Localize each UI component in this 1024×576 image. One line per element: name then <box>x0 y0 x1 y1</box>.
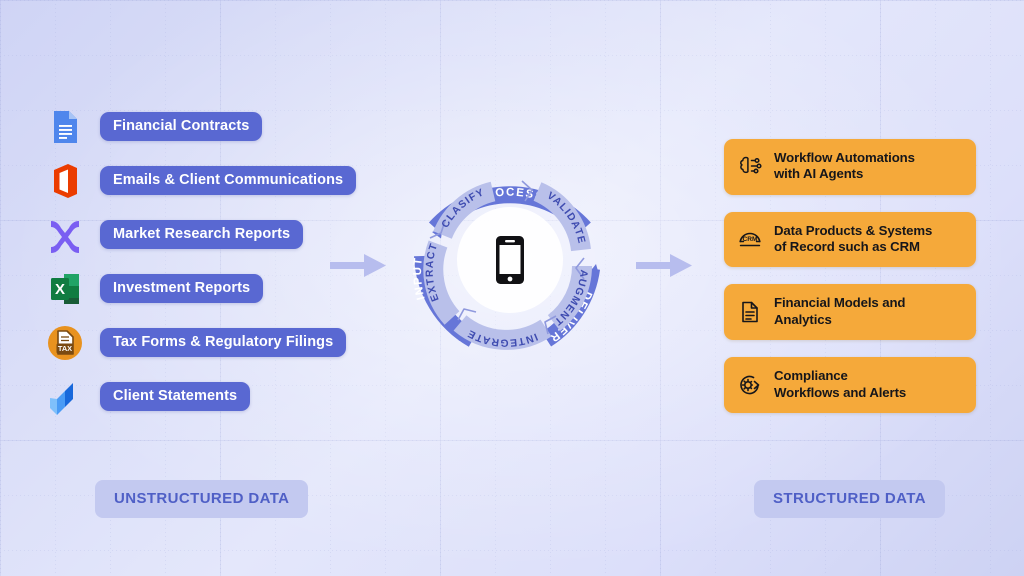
list-item[interactable]: Workflow Automations with AI Agents <box>724 139 976 195</box>
list-item[interactable]: Financial Contracts <box>44 108 356 145</box>
structured-outputs-list: Workflow Automations with AI Agents CRM … <box>724 139 976 413</box>
microsoft-office-icon <box>44 160 86 202</box>
google-docs-icon <box>44 106 86 148</box>
svg-text:CRM: CRM <box>742 236 758 243</box>
list-item[interactable]: CRM Data Products & Systems of Record su… <box>724 211 976 268</box>
output-label: Compliance Workflows and Alerts <box>774 368 907 400</box>
process-cycle-wheel: PROCESS DELIVER INPUT VALIDATE AUGMENT I… <box>396 146 624 374</box>
microsoft-excel-icon: X <box>44 268 86 310</box>
source-label: Investment Reports <box>100 273 264 304</box>
smartphone-icon <box>496 236 524 284</box>
arrow-right-icon <box>330 250 392 287</box>
gear-arrow-icon <box>737 372 763 398</box>
source-label: Emails & Client Communications <box>100 165 357 196</box>
list-item[interactable]: Client Statements <box>44 378 356 415</box>
output-label: Financial Models and Analytics <box>774 295 906 327</box>
source-label: Client Statements <box>100 381 251 412</box>
document-lines-icon <box>737 299 763 325</box>
diagram-canvas: Financial Contracts Emails & Client Comm… <box>0 0 1024 576</box>
crm-icon: CRM <box>737 226 763 252</box>
unstructured-sources-list: Financial Contracts Emails & Client Comm… <box>44 108 357 415</box>
output-label: Workflow Automations with AI Agents <box>774 150 915 182</box>
source-label: Financial Contracts <box>100 111 263 142</box>
source-label: Market Research Reports <box>100 219 304 250</box>
tax-document-icon: TAX <box>44 322 86 364</box>
list-item[interactable]: Financial Models and Analytics <box>724 284 976 341</box>
list-item[interactable]: TAX Tax Forms & Regulatory Filings <box>44 324 356 361</box>
list-item[interactable]: Market Research Reports <box>44 216 356 253</box>
svg-text:X: X <box>55 281 65 298</box>
unstructured-data-pill: UNSTRUCTURED DATA <box>95 480 309 518</box>
structured-data-pill: STRUCTURED DATA <box>754 480 945 518</box>
source-label: Tax Forms & Regulatory Filings <box>100 327 347 358</box>
list-item[interactable]: X Investment Reports <box>44 270 356 307</box>
list-item[interactable]: Emails & Client Communications <box>44 160 357 202</box>
ai-brain-circuit-icon <box>737 153 763 179</box>
list-item[interactable]: Compliance Workflows and Alerts <box>724 357 976 413</box>
xero-icon <box>44 214 86 256</box>
jira-icon <box>44 376 86 418</box>
output-label: Data Products & Systems of Record such a… <box>774 222 933 255</box>
arrow-right-icon <box>636 250 698 287</box>
svg-text:TAX: TAX <box>58 344 72 353</box>
